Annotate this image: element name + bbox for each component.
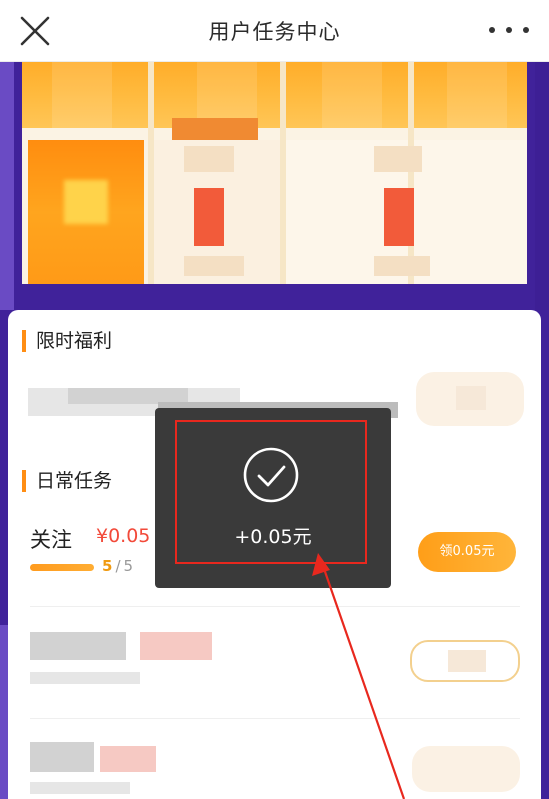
- task-name-blurred: [30, 742, 94, 772]
- left-decor-strip: [0, 62, 14, 310]
- task-name: 关注: [30, 528, 72, 552]
- section-title-daily: 日常任务: [22, 470, 112, 492]
- close-icon[interactable]: [18, 14, 52, 48]
- task-button-blurred[interactable]: [412, 746, 520, 792]
- success-toast: +0.05元: [155, 408, 391, 588]
- right-decor-strip: [535, 62, 549, 310]
- page-title: 用户任务中心: [208, 19, 341, 44]
- task-reward-blurred: [140, 632, 212, 660]
- task-progress-text: 5/5: [102, 557, 134, 575]
- task-progress-bar: [30, 564, 94, 571]
- reward-cell[interactable]: [154, 140, 280, 284]
- reward-grid-header: [22, 62, 527, 128]
- section-title-limited: 限时福利: [22, 330, 112, 352]
- reward-cell[interactable]: [414, 140, 527, 284]
- task-center-page: 用户任务中心 限时福利 日常任务 关注 ¥0.05 5 / 5 领0.05元 +…: [0, 0, 549, 799]
- reward-cell-active[interactable]: [28, 140, 144, 284]
- more-dots-icon[interactable]: [489, 18, 529, 42]
- toast-message: +0.05元: [234, 526, 312, 548]
- top-nav-bar: 用户任务中心: [0, 0, 549, 62]
- reward-tag: [172, 118, 258, 142]
- claim-reward-button[interactable]: 领0.05元: [418, 532, 516, 572]
- task-reward-blurred: [100, 746, 156, 772]
- check-circle-icon: [243, 447, 299, 503]
- task-reward: ¥0.05: [96, 525, 151, 547]
- task-name-blurred: [30, 632, 126, 660]
- reward-grid-blurred: [22, 62, 527, 284]
